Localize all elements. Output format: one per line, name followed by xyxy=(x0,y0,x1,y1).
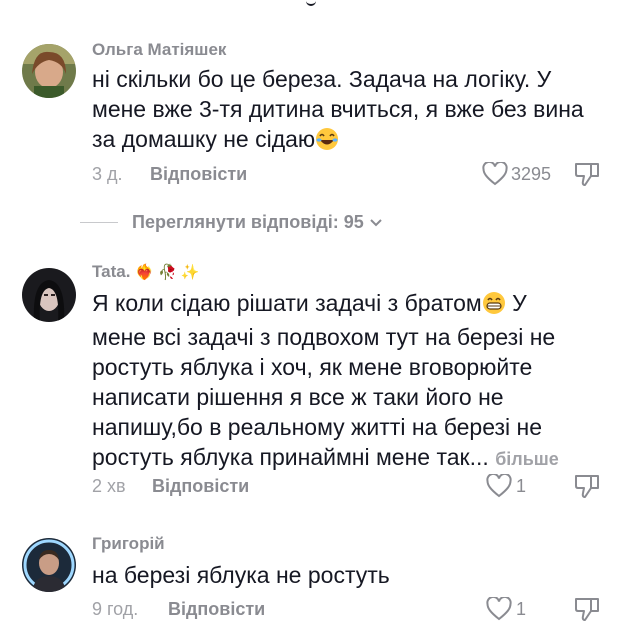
comment-line: ростуть яблука принаймні мене так... біл… xyxy=(92,442,602,474)
comment-line-text: ростуть яблука принаймні мене так... xyxy=(92,444,489,470)
heart-icon[interactable] xyxy=(486,472,512,503)
comment-time: 2 хв xyxy=(92,476,126,496)
comment-line: напишу,бо в реальному житті на березі не xyxy=(92,414,543,440)
chevron-down-icon xyxy=(369,212,383,232)
divider xyxy=(80,222,118,223)
comment-line: мене всі задачі з подвохом тут на березі… xyxy=(92,324,556,350)
comment-line: Я коли сідаю рішати задачі з братом У xyxy=(92,288,602,322)
like-count: 3295 xyxy=(511,164,552,184)
author-emojis: ❤️‍🔥 🥀 ✨ xyxy=(135,264,200,281)
like-count: 1 xyxy=(516,599,527,619)
reply-button[interactable]: Відповісти xyxy=(152,476,249,497)
comment-line: написати рішення я все ж таки його не xyxy=(92,384,504,410)
comment-text: на березі яблука не ростуть xyxy=(92,560,602,590)
laughing-emoji-icon xyxy=(315,127,339,158)
reply-button[interactable]: Відповісти xyxy=(150,164,247,185)
more-button[interactable]: більше xyxy=(495,449,559,469)
comment-line: мене вже 3-тя дитина вчиться, я вже без … xyxy=(92,96,584,122)
comment-line: на березі яблука не ростуть xyxy=(92,562,390,588)
comment-line-text: за домашку не сідаю xyxy=(92,126,316,152)
reply-button[interactable]: Відповісти xyxy=(168,599,265,620)
view-replies-label: Переглянути відповіді: 95 xyxy=(132,212,364,232)
comment-text: ні скільки бо це береза. Задача на логік… xyxy=(92,64,602,158)
dislike-icon[interactable] xyxy=(573,160,601,193)
heart-icon[interactable] xyxy=(482,160,508,191)
heart-icon[interactable] xyxy=(486,595,512,626)
comment-text: Я коли сідаю рішати задачі з братом У ме… xyxy=(92,288,602,474)
dislike-icon[interactable] xyxy=(573,595,601,628)
comment-author[interactable]: Григорій xyxy=(92,534,165,554)
avatar-hryhorii[interactable] xyxy=(22,538,76,592)
comment-author[interactable]: Tata. xyxy=(92,262,130,281)
comment-line-text: Я коли сідаю рішати задачі з братом xyxy=(92,290,482,316)
comment-line-suffix: У xyxy=(505,290,527,316)
comment-line: за домашку не сідаю xyxy=(92,124,602,158)
dislike-icon[interactable] xyxy=(573,472,601,505)
comment-time: 3 д. xyxy=(92,164,123,184)
grinning-emoji-icon xyxy=(482,291,506,322)
comment-line: ні скільки бо це береза. Задача на логік… xyxy=(92,66,552,92)
comment-author-row: Tata. ❤️‍🔥 🥀 ✨ xyxy=(92,262,200,282)
comment-author[interactable]: Ольга Матіяшек xyxy=(92,40,226,60)
top-cropped-text xyxy=(306,0,316,6)
avatar-olga[interactable] xyxy=(22,44,76,98)
comment-line: ростуть яблука і хоч, як мене вговорюйте xyxy=(92,354,533,380)
like-count: 1 xyxy=(516,476,527,496)
view-replies-button[interactable]: Переглянути відповіді: 95 xyxy=(132,212,383,233)
comment-time: 9 год. xyxy=(92,599,139,619)
avatar-tata[interactable] xyxy=(22,268,76,322)
